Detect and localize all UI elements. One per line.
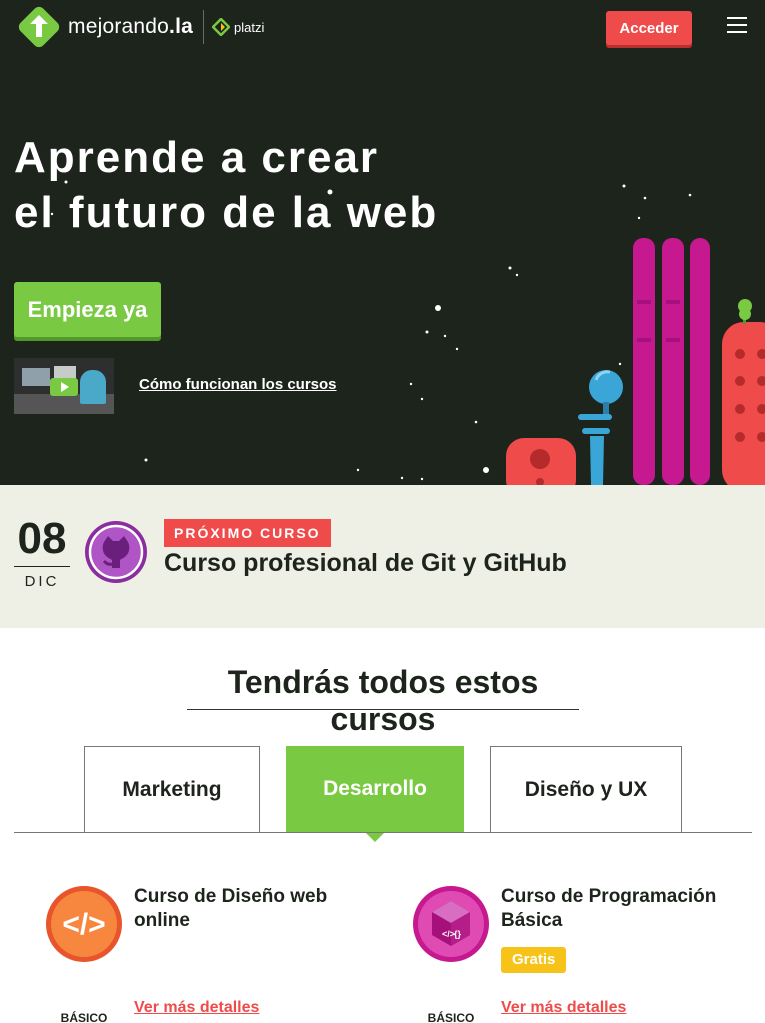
hero-title: Aprende a crear el futuro de la web <box>14 130 474 240</box>
tab-diseno-ux[interactable]: Diseño y UX <box>490 746 682 832</box>
course-details-link[interactable]: Ver más detalles <box>134 999 259 1017</box>
how-courses-work-link[interactable]: Cómo funcionan los cursos <box>139 376 337 393</box>
blue-tower <box>589 370 623 404</box>
html-code-icon[interactable]: </> <box>45 885 123 963</box>
logo-separator <box>202 10 204 44</box>
play-icon[interactable] <box>50 378 78 396</box>
tabs-baseline <box>14 832 752 833</box>
course-title-line2: online <box>134 910 190 931</box>
date-divider <box>14 566 70 567</box>
free-badge: Gratis <box>501 947 567 973</box>
site-logo[interactable]: mejorando.la platzi <box>18 6 264 48</box>
platzi-logo-icon <box>211 18 230 36</box>
video-thumbnail[interactable] <box>14 358 114 414</box>
mejorando-logo-icon <box>18 6 60 48</box>
red-building <box>722 322 765 485</box>
next-course-month: DIC <box>24 573 60 590</box>
login-button[interactable]: Acceder <box>606 11 692 45</box>
course-title-line1: Curso de Programación <box>501 886 717 907</box>
course-level: BÁSICO <box>427 1011 475 1023</box>
github-icon[interactable] <box>84 520 148 584</box>
tab-marketing[interactable]: Marketing <box>84 746 260 832</box>
hero-title-line2: el futuro de la web <box>14 188 439 237</box>
platzi-text: platzi <box>233 19 265 35</box>
pink-towers <box>633 238 710 485</box>
logo-text: mejorando.la <box>68 15 193 38</box>
courses-section-title: Tendrás todos estos cursos <box>227 664 539 737</box>
next-course-day: 08 <box>17 514 67 563</box>
hero-title-line1: Aprende a crear <box>14 133 380 182</box>
course-card-title[interactable]: Curso de Diseño web online <box>134 885 327 933</box>
hero-section: mejorando.la platzi Acceder Aprende a cr… <box>0 0 765 485</box>
course-level: BÁSICO <box>60 1011 108 1023</box>
tab-desarrollo[interactable]: Desarrollo <box>286 746 464 842</box>
title-underline <box>187 709 579 710</box>
next-course-title[interactable]: Curso profesional de Git y GitHub <box>164 549 567 578</box>
course-card-title[interactable]: Curso de Programación Básica <box>501 885 716 933</box>
top-navbar: mejorando.la platzi Acceder <box>0 0 765 54</box>
svg-text:</>: </> <box>62 908 105 941</box>
platzi-logo: platzi <box>211 18 265 36</box>
course-title-line2: Básica <box>501 910 563 931</box>
hero-illustration <box>50 180 765 485</box>
next-course-label: PRÓXIMO CURSO <box>164 519 331 547</box>
start-now-button[interactable]: Empieza ya <box>14 282 161 337</box>
course-title-line1: Curso de Diseño web <box>134 886 328 907</box>
code-cube-icon[interactable]: </> {} <box>412 885 490 963</box>
svg-text:{}: {} <box>454 929 462 939</box>
course-details-link[interactable]: Ver más detalles <box>501 999 626 1017</box>
next-course-banner: 08 DIC PRÓXIMO CURSO Curso profesional d… <box>0 485 765 628</box>
hamburger-menu-icon[interactable] <box>727 17 747 35</box>
